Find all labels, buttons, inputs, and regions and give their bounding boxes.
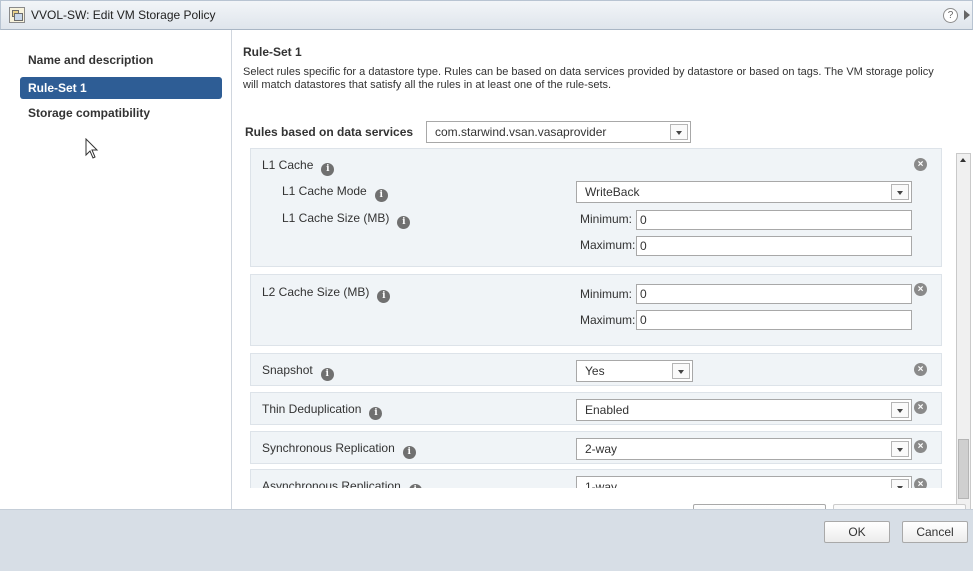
info-icon[interactable]: i xyxy=(321,163,335,176)
snapshot-select[interactable]: Yes xyxy=(576,360,693,382)
min-label: Minimum: xyxy=(580,212,633,226)
provider-value: com.starwind.vsan.vasaprovider xyxy=(435,125,607,139)
remove-rule-icon[interactable]: × xyxy=(914,158,927,171)
info-icon[interactable]: i xyxy=(402,446,416,459)
rule-label-l1-cache: L1 Cache xyxy=(262,158,314,172)
l2-cache-min-input[interactable]: 0 xyxy=(636,284,912,304)
dialog-footer: OK Cancel xyxy=(0,509,973,571)
scrollbar-thumb[interactable] xyxy=(958,439,969,499)
wizard-sidebar: Name and description Rule-Set 1 Storage … xyxy=(0,30,232,509)
rule-l1-cache: L1 Cache i × L1 Cache Mode i WriteBack L1 … xyxy=(250,148,942,267)
rules-based-label: Rules based on data services xyxy=(245,125,414,139)
info-icon[interactable]: i xyxy=(320,368,334,381)
info-icon[interactable]: i xyxy=(369,407,383,420)
l2-cache-max-input[interactable]: 0 xyxy=(636,310,912,330)
chevron-down-icon[interactable] xyxy=(891,441,909,457)
rule-label-l2-cache-size: L2 Cache Size (MB) xyxy=(262,285,370,299)
info-icon[interactable]: i xyxy=(377,290,391,303)
l1-cache-max-input[interactable]: 0 xyxy=(636,236,912,256)
remove-rule-icon[interactable]: × xyxy=(914,401,927,414)
rules-panel: Rules based on data services com.starwin… xyxy=(240,113,973,539)
rules-scrollbar[interactable] xyxy=(956,153,971,519)
chevron-down-icon[interactable] xyxy=(672,363,690,379)
sidebar-item-name-and-description[interactable]: Name and description xyxy=(20,49,222,71)
thin-deduplication-value: Enabled xyxy=(585,403,630,417)
rules-list: L1 Cache i × L1 Cache Mode i WriteBack L1 … xyxy=(250,148,942,488)
window-title: VVOL-SW: Edit VM Storage Policy xyxy=(31,8,216,22)
rule-label-snapshot: Snapshot xyxy=(262,363,313,377)
chevron-down-icon[interactable] xyxy=(670,124,688,140)
asynchronous-replication-select[interactable]: 1-way xyxy=(576,476,912,488)
l1-cache-mode-value: WriteBack xyxy=(585,185,640,199)
vm-storage-policy-icon xyxy=(9,7,25,23)
max-label: Maximum: xyxy=(580,313,636,327)
remove-rule-icon[interactable]: × xyxy=(914,478,927,488)
remove-rule-icon[interactable]: × xyxy=(914,440,927,453)
ok-button[interactable]: OK xyxy=(824,521,890,543)
info-icon[interactable]: i xyxy=(408,484,422,488)
chevron-down-icon[interactable] xyxy=(891,402,909,418)
rule-label-synchronous-replication: Synchronous Replication xyxy=(262,441,395,455)
min-label: Minimum: xyxy=(580,287,633,301)
provider-select[interactable]: com.starwind.vsan.vasaprovider xyxy=(426,121,691,143)
page-title: Rule-Set 1 xyxy=(243,45,302,59)
remove-rule-icon[interactable]: × xyxy=(914,283,927,296)
page-description: Select rules specific for a datastore ty… xyxy=(243,66,934,91)
main-content: Rule-Set 1 Select rules specific for a d… xyxy=(240,30,973,539)
synchronous-replication-select[interactable]: 2-way xyxy=(576,438,912,460)
expand-arrow-icon[interactable] xyxy=(964,10,970,20)
rule-label-l1-cache-mode: L1 Cache Mode xyxy=(282,184,367,198)
synchronous-replication-value: 2-way xyxy=(585,442,618,456)
remove-rule-icon[interactable]: × xyxy=(914,363,927,376)
rule-label-asynchronous-replication: Asynchronous Replication xyxy=(262,479,401,488)
window-titlebar: VVOL-SW: Edit VM Storage Policy ? xyxy=(0,0,973,30)
rule-synchronous-replication: Synchronous Replication i × 2-way xyxy=(250,431,942,464)
chevron-down-icon[interactable] xyxy=(891,479,909,488)
rule-label-l1-cache-size: L1 Cache Size (MB) xyxy=(282,211,390,225)
info-icon[interactable]: i xyxy=(374,189,388,202)
mouse-pointer-icon xyxy=(85,138,99,159)
help-icon[interactable]: ? xyxy=(943,8,958,23)
thin-deduplication-select[interactable]: Enabled xyxy=(576,399,912,421)
rule-thin-deduplication: Thin Deduplication i × Enabled xyxy=(250,392,942,425)
asynchronous-replication-value: 1-way xyxy=(585,480,618,488)
chevron-down-icon[interactable] xyxy=(891,184,909,200)
l1-cache-min-input[interactable]: 0 xyxy=(636,210,912,230)
scroll-up-icon[interactable] xyxy=(958,154,969,167)
rule-label-thin-deduplication: Thin Deduplication xyxy=(262,402,362,416)
rule-l2-cache: L2 Cache Size (MB) i × Minimum: 0 Maximum… xyxy=(250,274,942,346)
snapshot-value: Yes xyxy=(585,364,605,378)
cancel-button[interactable]: Cancel xyxy=(902,521,968,543)
l1-cache-mode-select[interactable]: WriteBack xyxy=(576,181,912,203)
info-icon[interactable]: i xyxy=(397,216,411,229)
rule-asynchronous-replication: Asynchronous Replication i × 1-way xyxy=(250,469,942,488)
sidebar-item-rule-set-1[interactable]: Rule-Set 1 xyxy=(20,77,222,99)
sidebar-item-storage-compatibility[interactable]: Storage compatibility xyxy=(20,102,222,124)
max-label: Maximum: xyxy=(580,238,636,252)
rule-snapshot: Snapshot i × Yes xyxy=(250,353,942,386)
